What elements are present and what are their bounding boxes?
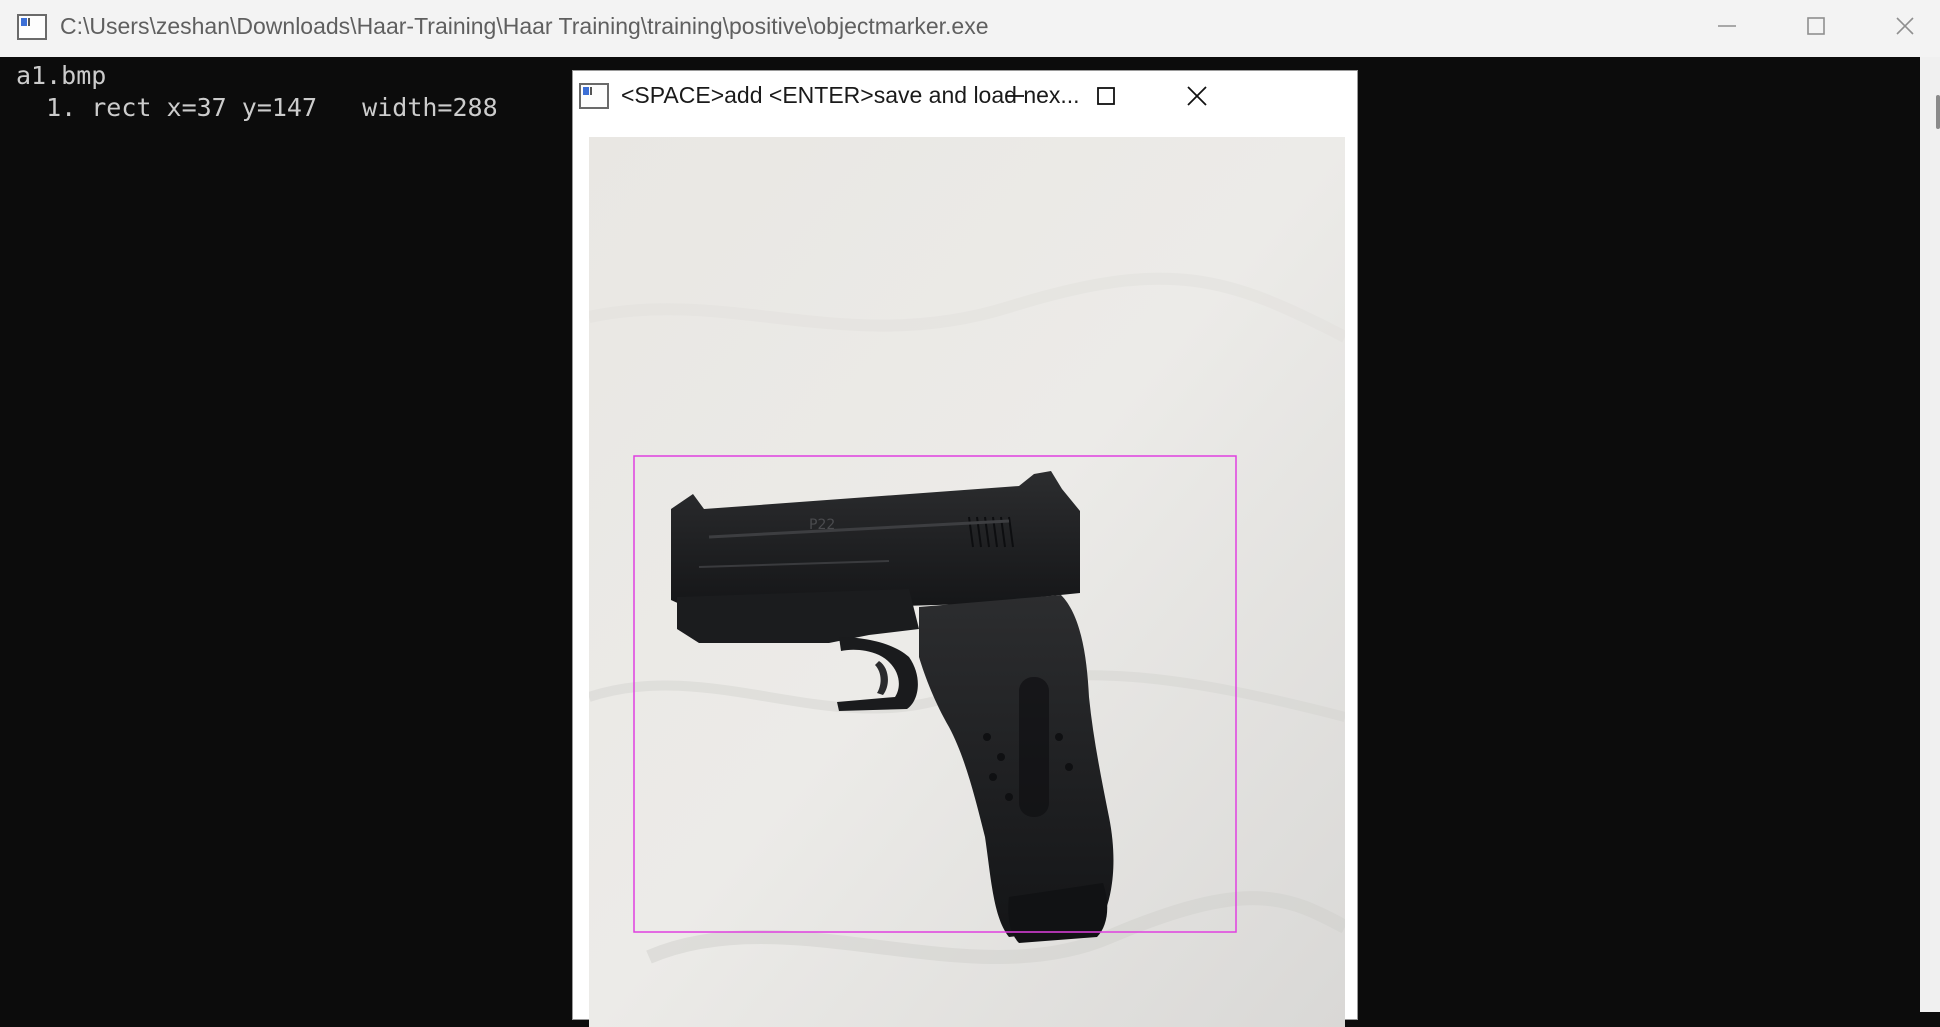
image-canvas[interactable]: P22 xyxy=(589,137,1345,1027)
console-window-title: C:\Users\zeshan\Downloads\Haar-Training\… xyxy=(60,13,989,39)
engraving-text: P22 xyxy=(809,517,835,533)
console-maximize-button[interactable] xyxy=(1771,0,1861,52)
maximize-icon xyxy=(1097,87,1115,105)
training-image: P22 xyxy=(589,137,1345,1027)
console-minimize-button[interactable] xyxy=(1682,0,1772,52)
marker-app-icon xyxy=(579,83,609,109)
marker-titlebar[interactable]: <SPACE>add <ENTER>save and load nex... xyxy=(573,71,1357,121)
scrollbar-thumb[interactable] xyxy=(1936,95,1940,129)
minimize-icon xyxy=(1718,25,1736,27)
object-marker-window[interactable]: <SPACE>add <ENTER>save and load nex... P… xyxy=(572,70,1358,1027)
console-titlebar[interactable]: C:\Users\zeshan\Downloads\Haar-Training\… xyxy=(0,0,1940,57)
close-icon xyxy=(1187,86,1207,106)
console-line-filename: a1.bmp xyxy=(16,61,107,90)
console-scrollbar[interactable] xyxy=(1920,57,1940,1012)
maximize-icon xyxy=(1807,17,1825,35)
marker-maximize-button[interactable] xyxy=(1066,71,1146,121)
console-line-rect: 1. rect x=37 y=147 width=288 xyxy=(16,93,498,122)
console-close-button[interactable] xyxy=(1860,0,1940,52)
console-app-icon xyxy=(17,14,47,40)
marker-close-button[interactable] xyxy=(1157,71,1237,121)
marker-minimize-button[interactable] xyxy=(975,71,1055,121)
close-icon xyxy=(1896,17,1914,35)
minimize-icon xyxy=(1006,95,1024,97)
